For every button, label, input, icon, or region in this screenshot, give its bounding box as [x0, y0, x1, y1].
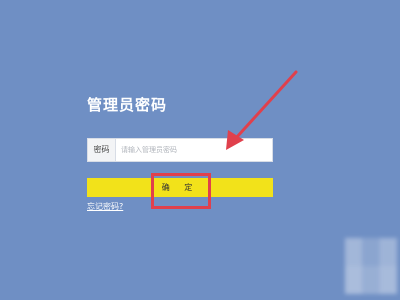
password-label: 密码 [88, 139, 116, 161]
password-input[interactable] [117, 139, 273, 161]
password-row: 密码 [87, 138, 273, 162]
confirm-button[interactable]: 确 定 [87, 178, 273, 197]
forgot-password-link[interactable]: 忘记密码? [87, 201, 123, 212]
page-title: 管理员密码 [87, 96, 168, 114]
watermark-patch [345, 238, 397, 294]
